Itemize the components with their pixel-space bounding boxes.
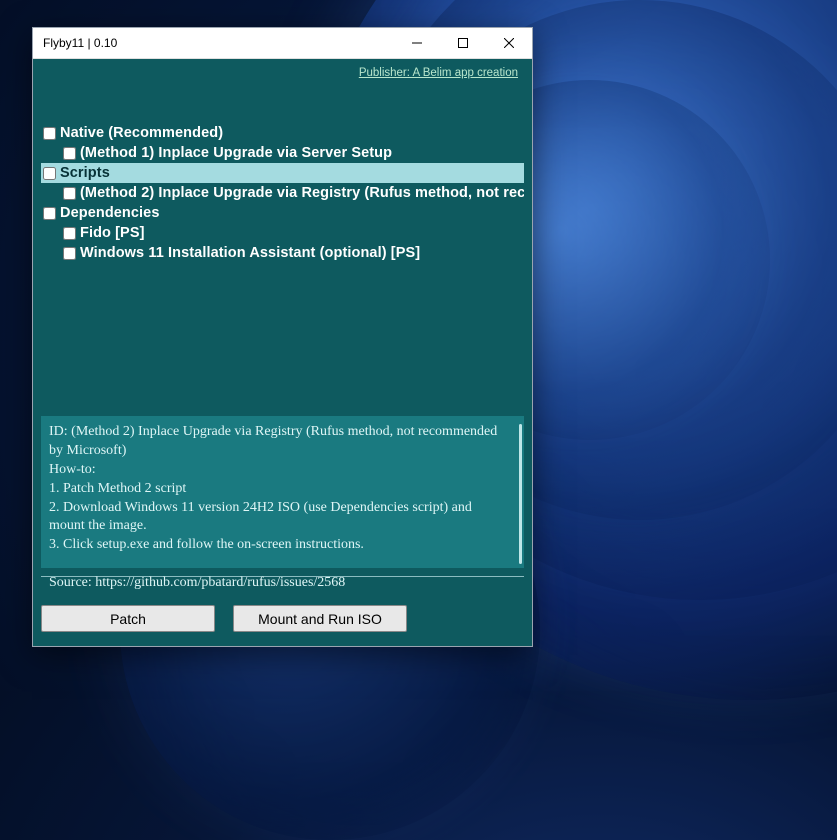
label-fido: Fido [PS] bbox=[80, 225, 145, 241]
checkbox-scripts[interactable] bbox=[43, 167, 56, 180]
close-button[interactable] bbox=[486, 28, 532, 58]
publisher-link[interactable]: Publisher: A Belim app creation bbox=[359, 67, 518, 79]
checkbox-dependencies[interactable] bbox=[43, 207, 56, 220]
titlebar[interactable]: Flyby11 | 0.10 bbox=[33, 28, 532, 59]
window-controls bbox=[394, 28, 532, 58]
mount-button[interactable]: Mount and Run ISO bbox=[233, 605, 407, 632]
info-panel: ID: (Method 2) Inplace Upgrade via Regis… bbox=[41, 416, 524, 568]
checkbox-native[interactable] bbox=[43, 127, 56, 140]
checkbox-assistant[interactable] bbox=[63, 247, 76, 260]
checkbox-method1[interactable] bbox=[63, 147, 76, 160]
patch-button[interactable]: Patch bbox=[41, 605, 215, 632]
tree-item-assistant[interactable]: Windows 11 Installation Assistant (optio… bbox=[41, 243, 524, 263]
options-tree: Native (Recommended) (Method 1) Inplace … bbox=[41, 123, 524, 263]
label-assistant: Windows 11 Installation Assistant (optio… bbox=[80, 245, 420, 261]
button-row: Patch Mount and Run ISO bbox=[41, 605, 524, 636]
tree-item-scripts[interactable]: Scripts bbox=[41, 163, 524, 183]
client-area: Publisher: A Belim app creation Native (… bbox=[33, 59, 532, 646]
tree-item-method1[interactable]: (Method 1) Inplace Upgrade via Server Se… bbox=[41, 143, 524, 163]
tree-item-fido[interactable]: Fido [PS] bbox=[41, 223, 524, 243]
info-scrollbar[interactable] bbox=[519, 424, 522, 564]
window-title: Flyby11 | 0.10 bbox=[33, 36, 394, 50]
publisher-line: Publisher: A Belim app creation bbox=[41, 59, 524, 81]
tree-item-native[interactable]: Native (Recommended) bbox=[41, 123, 524, 143]
tree-item-dependencies[interactable]: Dependencies bbox=[41, 203, 524, 223]
app-window: Flyby11 | 0.10 Publisher: A Belim app cr… bbox=[32, 27, 533, 647]
maximize-button[interactable] bbox=[440, 28, 486, 58]
info-text: ID: (Method 2) Inplace Upgrade via Regis… bbox=[49, 423, 514, 593]
checkbox-method2[interactable] bbox=[63, 187, 76, 200]
minimize-icon bbox=[412, 38, 422, 48]
checkbox-fido[interactable] bbox=[63, 227, 76, 240]
maximize-icon bbox=[458, 38, 468, 48]
label-method1: (Method 1) Inplace Upgrade via Server Se… bbox=[80, 145, 392, 161]
label-dependencies: Dependencies bbox=[60, 205, 160, 221]
label-scripts: Scripts bbox=[60, 165, 110, 181]
tree-item-method2[interactable]: (Method 2) Inplace Upgrade via Registry … bbox=[41, 183, 524, 203]
minimize-button[interactable] bbox=[394, 28, 440, 58]
label-native: Native (Recommended) bbox=[60, 125, 223, 141]
close-icon bbox=[504, 38, 514, 48]
label-method2: (Method 2) Inplace Upgrade via Registry … bbox=[80, 185, 524, 201]
